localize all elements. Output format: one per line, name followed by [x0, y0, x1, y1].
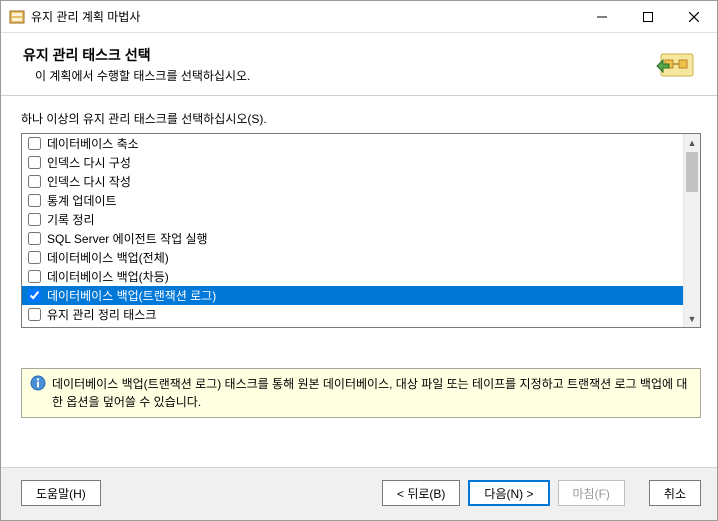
task-item[interactable]: 데이터베이스 축소: [22, 134, 683, 153]
task-label: 유지 관리 정리 태스크: [47, 306, 156, 323]
task-checkbox[interactable]: [28, 251, 41, 264]
info-icon: [30, 375, 46, 391]
header-title: 유지 관리 태스크 선택: [23, 45, 653, 65]
task-label: 기록 정리: [47, 211, 95, 228]
content-area: 하나 이상의 유지 관리 태스크를 선택하십시오(S). 데이터베이스 축소인덱…: [1, 96, 717, 467]
titlebar: 유지 관리 계획 마법사: [1, 1, 717, 33]
maximize-button[interactable]: [625, 1, 671, 32]
task-item[interactable]: 통계 업데이트: [22, 191, 683, 210]
task-item[interactable]: 데이터베이스 백업(트랜잭션 로그): [22, 286, 683, 305]
next-button[interactable]: 다음(N) >: [468, 480, 549, 506]
task-list-label: 하나 이상의 유지 관리 태스크를 선택하십시오(S).: [21, 110, 701, 127]
task-item[interactable]: 인덱스 다시 작성: [22, 172, 683, 191]
cancel-button[interactable]: 취소: [649, 480, 701, 506]
task-checkbox[interactable]: [28, 156, 41, 169]
task-checkbox[interactable]: [28, 137, 41, 150]
task-item[interactable]: 데이터베이스 백업(전체): [22, 248, 683, 267]
window-controls: [579, 1, 717, 32]
window-title: 유지 관리 계획 마법사: [31, 8, 579, 25]
task-label: 데이터베이스 백업(트랜잭션 로그): [47, 287, 216, 304]
button-bar: 도움말(H) < 뒤로(B) 다음(N) > 마침(F) 취소: [1, 467, 717, 520]
wizard-icon: [653, 45, 701, 85]
task-checkbox[interactable]: [28, 270, 41, 283]
header-text: 유지 관리 태스크 선택 이 계획에서 수행할 태스크를 선택하십시오.: [23, 45, 653, 84]
task-label: 데이터베이스 백업(전체): [47, 249, 169, 266]
scroll-down-icon[interactable]: ▼: [684, 310, 700, 327]
task-label: 데이터베이스 축소: [47, 135, 139, 152]
task-item[interactable]: 인덱스 다시 구성: [22, 153, 683, 172]
app-icon: [9, 9, 25, 25]
task-checkbox[interactable]: [28, 175, 41, 188]
task-checkbox[interactable]: [28, 308, 41, 321]
header-panel: 유지 관리 태스크 선택 이 계획에서 수행할 태스크를 선택하십시오.: [1, 33, 717, 96]
task-checkbox[interactable]: [28, 232, 41, 245]
close-button[interactable]: [671, 1, 717, 32]
scrollbar-thumb[interactable]: [686, 152, 698, 192]
finish-button: 마침(F): [558, 480, 625, 506]
task-label: 인덱스 다시 구성: [47, 154, 131, 171]
task-item[interactable]: 기록 정리: [22, 210, 683, 229]
task-item[interactable]: 유지 관리 정리 태스크: [22, 305, 683, 324]
scrollbar[interactable]: ▲ ▼: [683, 134, 700, 327]
wizard-window: 유지 관리 계획 마법사 유지 관리 태스크 선택 이 계획에서 수행할 태스크…: [0, 0, 718, 521]
task-checkbox[interactable]: [28, 289, 41, 302]
task-label: 데이터베이스 백업(차등): [47, 268, 169, 285]
info-panel: 데이터베이스 백업(트랜잭션 로그) 태스크를 통해 원본 데이터베이스, 대상…: [21, 368, 701, 418]
back-button[interactable]: < 뒤로(B): [382, 480, 460, 506]
help-button[interactable]: 도움말(H): [21, 480, 101, 506]
task-checkbox[interactable]: [28, 194, 41, 207]
info-text: 데이터베이스 백업(트랜잭션 로그) 태스크를 통해 원본 데이터베이스, 대상…: [52, 375, 692, 411]
task-label: 인덱스 다시 작성: [47, 173, 131, 190]
task-checkbox[interactable]: [28, 213, 41, 226]
task-label: 통계 업데이트: [47, 192, 117, 209]
task-list[interactable]: 데이터베이스 축소인덱스 다시 구성인덱스 다시 작성통계 업데이트기록 정리 S…: [21, 133, 701, 328]
header-subtitle: 이 계획에서 수행할 태스크를 선택하십시오.: [23, 67, 653, 84]
task-label: SQL Server 에이전트 작업 실행: [47, 230, 208, 247]
task-item[interactable]: SQL Server 에이전트 작업 실행: [22, 229, 683, 248]
task-item[interactable]: 데이터베이스 백업(차등): [22, 267, 683, 286]
scroll-up-icon[interactable]: ▲: [684, 134, 700, 151]
minimize-button[interactable]: [579, 1, 625, 32]
